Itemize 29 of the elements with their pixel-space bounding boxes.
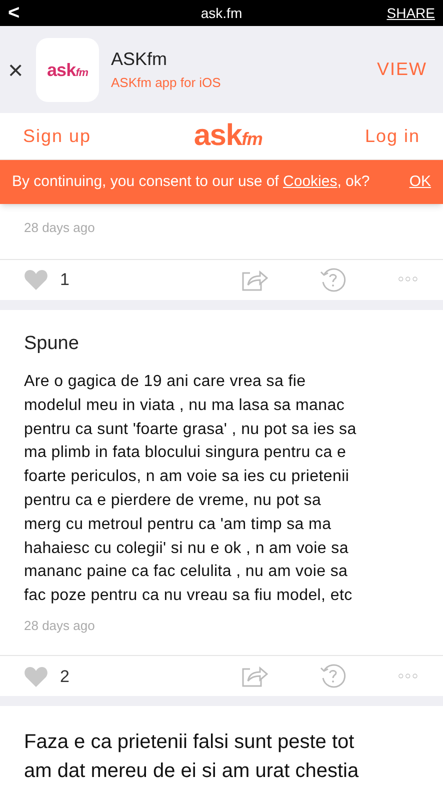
close-button[interactable]: × — [8, 56, 32, 82]
question-icon[interactable] — [320, 663, 346, 690]
app-subtitle: ASKfm app for iOS — [111, 74, 222, 92]
ok-button[interactable]: OK — [409, 170, 431, 194]
log-in-link[interactable]: Log in — [364, 122, 420, 150]
cookie-message: By continuing, you consent to our use of Cookies, ok? — [12, 172, 370, 192]
answer-text: Are o gagica de 19 ani care vrea sa fie modelul meu in viata , nu ma lasa sa manac pentru ca sunt 'foarte grasa' , nu pot sa ies sa ma plimb in fata blocului singura pentru ca e foarte periculos, n am voie sa ies cu prietenii pentru ca e pierdere de vreme, nu pot sa merg cu metroul pentru ca 'am timp sa ma hahaiesc cu colegii' si nu e ok , n am voie sa mananc paine ca fac celulita , nu am voie sa fac poze pentru ca nu vreau sa fiu model, etc — [24, 372, 358, 606]
like-count: 2 — [60, 666, 70, 688]
post-time: 28 days ago — [24, 616, 96, 635]
like-count: 1 — [60, 268, 70, 291]
question-title: Spune — [24, 332, 80, 356]
page-title: ask.fm — [200, 4, 244, 22]
question-icon[interactable] — [320, 266, 346, 292]
sign-up-link[interactable]: Sign up — [23, 122, 92, 150]
post-time: 28 days ago — [24, 219, 96, 237]
more-button[interactable]: ○○○ — [398, 272, 419, 287]
share-icon[interactable] — [240, 665, 268, 688]
back-button[interactable]: < — [8, 3, 68, 23]
site-logo: askfm — [194, 121, 262, 151]
app-logo: askfm — [47, 60, 88, 78]
heart-icon[interactable] — [24, 269, 48, 290]
more-button[interactable]: ○○○ — [398, 668, 419, 684]
answer-text: Faza e ca prietenii falsi sunt peste tot am dat mereu de ei si am urat chestia — [24, 730, 360, 784]
heart-icon[interactable] — [24, 666, 48, 687]
share-icon[interactable] — [240, 268, 268, 290]
cookies-link[interactable]: Cookies — [283, 172, 338, 190]
share-link[interactable]: SHARE — [375, 2, 435, 24]
app-name: ASKfm — [111, 48, 168, 72]
view-button[interactable]: VIEW — [376, 56, 427, 83]
